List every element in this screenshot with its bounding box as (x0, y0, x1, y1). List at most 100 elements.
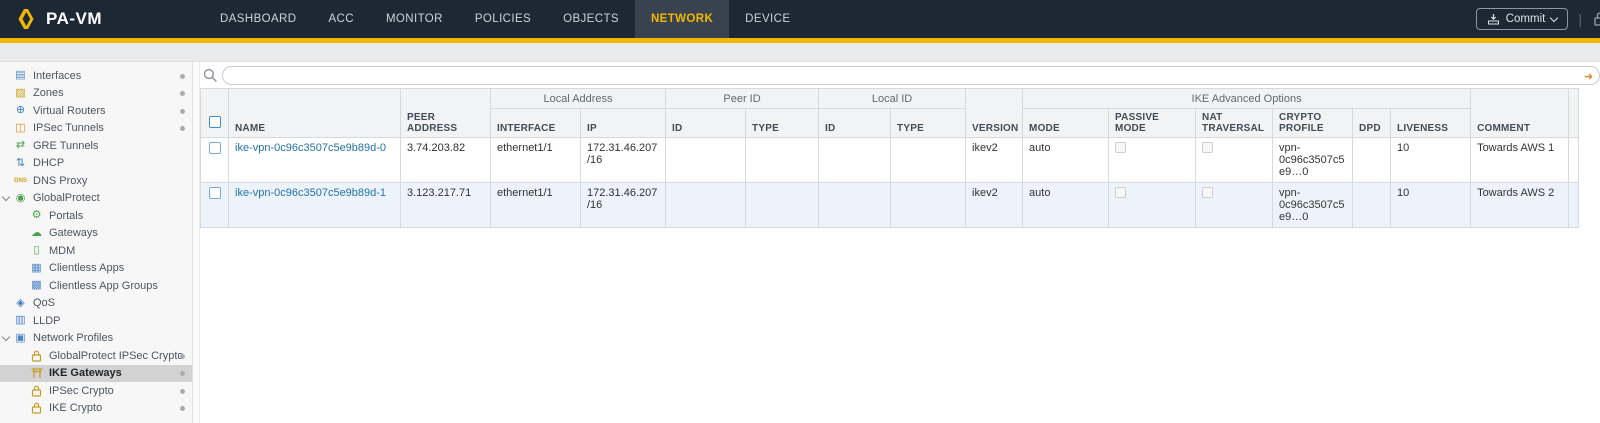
cell-liveness: 10 (1391, 138, 1471, 183)
cell-nat-traversal (1196, 183, 1273, 228)
col-ip[interactable]: IP (581, 109, 666, 138)
tab-acc[interactable]: ACC (312, 0, 369, 38)
tab-dashboard[interactable]: DASHBOARD (204, 0, 312, 38)
sidebar-scrollbar[interactable] (193, 62, 200, 423)
passive-mode-checkbox[interactable] (1115, 142, 1126, 153)
nat-traversal-checkbox[interactable] (1202, 142, 1213, 153)
table-scrollbar-spacer[interactable] (1569, 89, 1579, 138)
cell-mode: auto (1023, 138, 1109, 183)
cell-comment: Towards AWS 1 (1471, 138, 1569, 183)
status-dot (180, 126, 185, 131)
nat-traversal-checkbox[interactable] (1202, 187, 1213, 198)
col-nat-traversal[interactable]: NAT TRAVERSAL (1196, 109, 1273, 138)
sidebar-item-dns-proxy[interactable]: DNS DNS Proxy (0, 172, 192, 190)
cell-local-id-type (891, 138, 966, 183)
sidebar-item-lldp[interactable]: ▥ LLDP (0, 312, 192, 330)
col-version[interactable]: VERSION (966, 89, 1023, 138)
cell-mode: auto (1023, 183, 1109, 228)
col-passive-mode[interactable]: PASSIVE MODE (1109, 109, 1196, 138)
sidebar-item-ike-gateways[interactable]: IKE Gateways (0, 365, 192, 383)
search-input[interactable] (222, 66, 1600, 85)
status-dot (180, 91, 185, 96)
col-interface[interactable]: INTERFACE (491, 109, 581, 138)
cell-version: ikev2 (966, 183, 1023, 228)
sidebar-item-globalprotect[interactable]: ◉ GlobalProtect (0, 190, 192, 208)
sidebar-item-clientless-app-groups[interactable]: ▩ Clientless App Groups (0, 277, 192, 295)
col-peer-id-type[interactable]: TYPE (746, 109, 819, 138)
passive-mode-checkbox[interactable] (1115, 187, 1126, 198)
gateway-name-link[interactable]: ike-vpn-0c96c3507c5e9b89d-0 (235, 142, 386, 154)
col-local-id-id[interactable]: ID (819, 109, 891, 138)
sidebar-item-mdm[interactable]: ▯ MDM (0, 242, 192, 260)
sidebar-item-interfaces[interactable]: ▤ Interfaces (0, 67, 192, 85)
lock-icon (30, 385, 43, 397)
cell-peer-id-type (746, 138, 819, 183)
cell-name: ike-vpn-0c96c3507c5e9b89d-1 (229, 183, 401, 228)
interfaces-icon: ▤ (14, 69, 27, 82)
col-dpd[interactable]: DPD (1353, 109, 1391, 138)
ike-gateways-table: NAME PEER ADDRESS Local Address Peer ID … (200, 88, 1579, 228)
select-all-checkbox[interactable] (209, 116, 221, 128)
col-name[interactable]: NAME (229, 89, 401, 138)
tab-network[interactable]: NETWORK (635, 0, 729, 38)
status-dot (180, 406, 185, 411)
dhcp-icon: ⇅ (14, 157, 27, 170)
col-peer-id-id[interactable]: ID (666, 109, 746, 138)
sidebar-item-label: Interfaces (33, 70, 81, 82)
col-local-id-type[interactable]: TYPE (891, 109, 966, 138)
sidebar-item-ike-crypto[interactable]: IKE Crypto (0, 400, 192, 418)
sidebar-item-network-profiles[interactable]: ▣ Network Profiles (0, 330, 192, 348)
row-checkbox[interactable] (209, 142, 221, 154)
zones-icon: ▨ (14, 87, 27, 100)
apply-filter-icon[interactable]: ➜ (1584, 70, 1593, 83)
sidebar-item-portals[interactable]: ⚙ Portals (0, 207, 192, 225)
tab-policies[interactable]: POLICIES (459, 0, 547, 38)
cell-dpd (1353, 183, 1391, 228)
commit-button[interactable]: Commit (1476, 8, 1569, 30)
sidebar-item-virtual-routers[interactable]: ⊕ Virtual Routers (0, 102, 192, 120)
cell-peer-address: 3.74.203.82 (401, 138, 491, 183)
sidebar-item-gateways[interactable]: ☁ Gateways (0, 225, 192, 243)
tab-device[interactable]: DEVICE (729, 0, 806, 38)
row-checkbox[interactable] (209, 187, 221, 199)
sidebar-item-clientless-apps[interactable]: ▦ Clientless Apps (0, 260, 192, 278)
sidebar-item-ipsec-crypto[interactable]: IPSec Crypto (0, 382, 192, 400)
sidebar-item-label: IKE Gateways (49, 367, 122, 379)
col-crypto-profile[interactable]: CRYPTO PROFILE (1273, 109, 1353, 138)
expand-caret-icon[interactable] (2, 332, 10, 340)
tab-monitor[interactable]: MONITOR (370, 0, 459, 38)
top-nav: PA-VM DASHBOARD ACC MONITOR POLICIES OBJ… (0, 0, 1600, 38)
col-mode[interactable]: MODE (1023, 109, 1109, 138)
network-profiles-icon: ▣ (14, 332, 27, 345)
nav-right-actions: Commit | (1476, 8, 1600, 30)
sidebar-item-qos[interactable]: ◈ QoS (0, 295, 192, 313)
cell-peer-id-type (746, 183, 819, 228)
cell-version: ikev2 (966, 138, 1023, 183)
gateways-icon: ☁ (30, 227, 43, 240)
col-peer-address[interactable]: PEER ADDRESS (401, 89, 491, 138)
status-dot (180, 389, 185, 394)
status-dot (180, 74, 185, 79)
toolbar-band (0, 43, 1600, 62)
sidebar-item-ipsec-tunnels[interactable]: ◫ IPSec Tunnels (0, 120, 192, 138)
col-liveness[interactable]: LIVENESS (1391, 109, 1471, 138)
scrollbar-cell (1569, 183, 1579, 228)
sidebar-item-gre-tunnels[interactable]: ⇄ GRE Tunnels (0, 137, 192, 155)
status-dot (180, 109, 185, 114)
sidebar-item-zones[interactable]: ▨ Zones (0, 85, 192, 103)
expand-caret-icon[interactable] (2, 192, 10, 200)
cell-nat-traversal (1196, 138, 1273, 183)
sidebar-item-label: Clientless App Groups (49, 280, 158, 292)
sidebar-item-globalprotect-ipsec-crypto[interactable]: GlobalProtect IPSec Crypto (0, 347, 192, 365)
row-select-cell (201, 183, 229, 228)
tab-objects[interactable]: OBJECTS (547, 0, 635, 38)
col-comment[interactable]: COMMENT (1471, 89, 1569, 138)
sidebar-item-dhcp[interactable]: ⇅ DHCP (0, 155, 192, 173)
gre-tunnels-icon: ⇄ (14, 139, 27, 152)
lock-icon[interactable] (1592, 11, 1600, 27)
cell-name: ike-vpn-0c96c3507c5e9b89d-0 (229, 138, 401, 183)
gateway-name-link[interactable]: ike-vpn-0c96c3507c5e9b89d-1 (235, 187, 386, 199)
globalprotect-icon: ◉ (14, 192, 27, 205)
table-row: ike-vpn-0c96c3507c5e9b89d-1 3.123.217.71… (201, 183, 1579, 228)
cell-crypto-profile: vpn-0c96c3507c5e9…0 (1273, 183, 1353, 228)
